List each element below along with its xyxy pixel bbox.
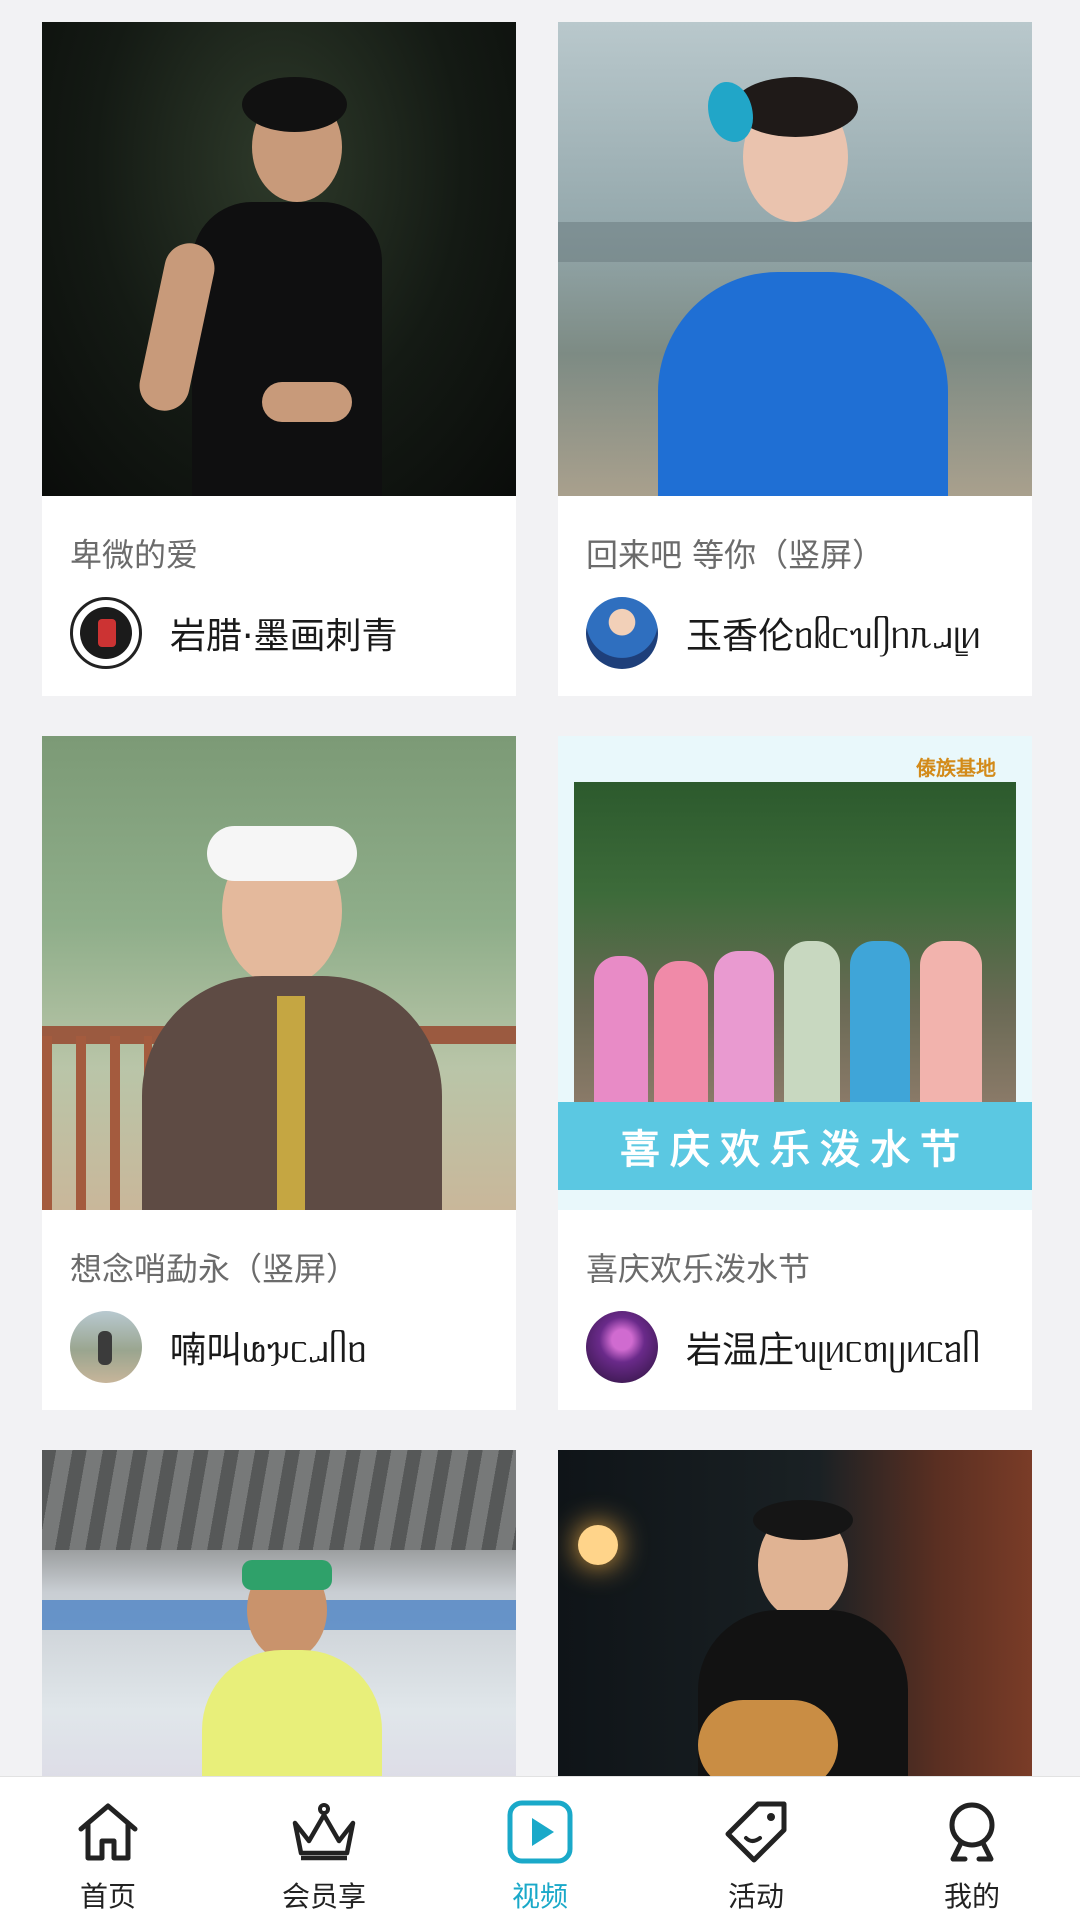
video-thumbnail[interactable] (558, 22, 1032, 496)
video-play-icon (505, 1797, 575, 1867)
tab-label: 会员享 (281, 1880, 366, 1913)
video-meta: 回来吧 等你（竖屏） 玉香伦ᥝᥤᥴᥔᥦᥒᥰᥘᥧᥢ (558, 496, 1032, 696)
tab-home[interactable]: 首页 (0, 1777, 216, 1921)
tab-video[interactable]: 视频 (432, 1777, 648, 1921)
user-icon (937, 1797, 1007, 1867)
video-title: 喜庆欢乐泼水节 (586, 1250, 811, 1288)
video-thumbnail[interactable] (42, 22, 516, 496)
thumbnail-caption: 喜庆欢乐泼水节 (620, 1127, 970, 1173)
author-name: 喃叫ᥚᥭᥴᥘᥥᥝ (170, 1330, 367, 1371)
woman-portrait-avatar[interactable] (586, 597, 658, 669)
author-row[interactable]: 岩腊·墨画刺青 (70, 596, 397, 670)
tab-label: 我的 (943, 1880, 1000, 1913)
video-title: 回来吧 等你（竖屏） (586, 536, 885, 574)
video-card[interactable] (558, 1450, 1032, 1776)
tab-label: 视频 (511, 1880, 568, 1913)
crown-icon (289, 1797, 359, 1867)
video-thumbnail[interactable]: 傣族基地 喜庆欢乐泼水节 (558, 736, 1032, 1210)
video-feed: 卑微的爱 岩腊·墨画刺青 回来吧 等你（竖屏） 玉香伦ᥝᥤᥴᥔᥦᥒᥰᥘᥧᥢ 想念… (0, 0, 1080, 1776)
watermark-text: 傣族基地 (916, 756, 996, 780)
tab-profile[interactable]: 我的 (864, 1777, 1080, 1921)
video-meta: 想念哨勐永（竖屏） 喃叫ᥚᥭᥴᥘᥥᥝ (42, 1210, 516, 1410)
author-row[interactable]: 岩温庄ᥔᥨᥢᥴᥖᥩᥢᥴᥑᥥ (586, 1310, 980, 1384)
tab-label: 首页 (79, 1880, 136, 1913)
tab-activity[interactable]: 活动 (648, 1777, 864, 1921)
video-card[interactable]: 回来吧 等你（竖屏） 玉香伦ᥝᥤᥴᥔᥦᥒᥰᥘᥧᥢ (558, 22, 1032, 696)
video-title: 想念哨勐永（竖屏） (70, 1250, 359, 1288)
home-icon (73, 1797, 143, 1867)
author-row[interactable]: 玉香伦ᥝᥤᥴᥔᥦᥒᥰᥘᥧᥢ (586, 596, 981, 670)
author-row[interactable]: 喃叫ᥚᥭᥴᥘᥥᥝ (70, 1310, 367, 1384)
video-thumbnail[interactable] (558, 1450, 1032, 1776)
video-card[interactable]: 傣族基地 喜庆欢乐泼水节 喜庆欢乐泼水节 岩温庄ᥔᥨᥢᥴᥖᥩᥢᥴᥑᥥ (558, 736, 1032, 1410)
video-meta: 喜庆欢乐泼水节 岩温庄ᥔᥨᥢᥴᥖᥩᥢᥴᥑᥥ (558, 1210, 1032, 1410)
stage-performance-avatar[interactable] (586, 1311, 658, 1383)
tab-membership[interactable]: 会员享 (216, 1777, 432, 1921)
tag-icon (721, 1797, 791, 1867)
tab-label: 活动 (727, 1880, 784, 1913)
video-thumbnail[interactable] (42, 736, 516, 1210)
outdoor-person-avatar[interactable] (70, 1311, 142, 1383)
video-card[interactable] (42, 1450, 516, 1776)
video-thumbnail[interactable] (42, 1450, 516, 1776)
author-name: 岩温庄ᥔᥨᥢᥴᥖᥩᥢᥴᥑᥥ (686, 1330, 981, 1371)
bottom-tab-bar: 首页 会员享 视频 活动 我的 (0, 1776, 1080, 1921)
video-title: 卑微的爱 (70, 536, 199, 574)
video-meta: 卑微的爱 岩腊·墨画刺青 (42, 496, 516, 696)
video-card[interactable]: 想念哨勐永（竖屏） 喃叫ᥚᥭᥴᥘᥥᥝ (42, 736, 516, 1410)
video-card[interactable]: 卑微的爱 岩腊·墨画刺青 (42, 22, 516, 696)
author-name: 玉香伦ᥝᥤᥴᥔᥦᥒᥰᥘᥧᥢ (686, 616, 981, 657)
calligraphy-logo-avatar[interactable] (70, 597, 142, 669)
author-name: 岩腊·墨画刺青 (170, 616, 398, 657)
